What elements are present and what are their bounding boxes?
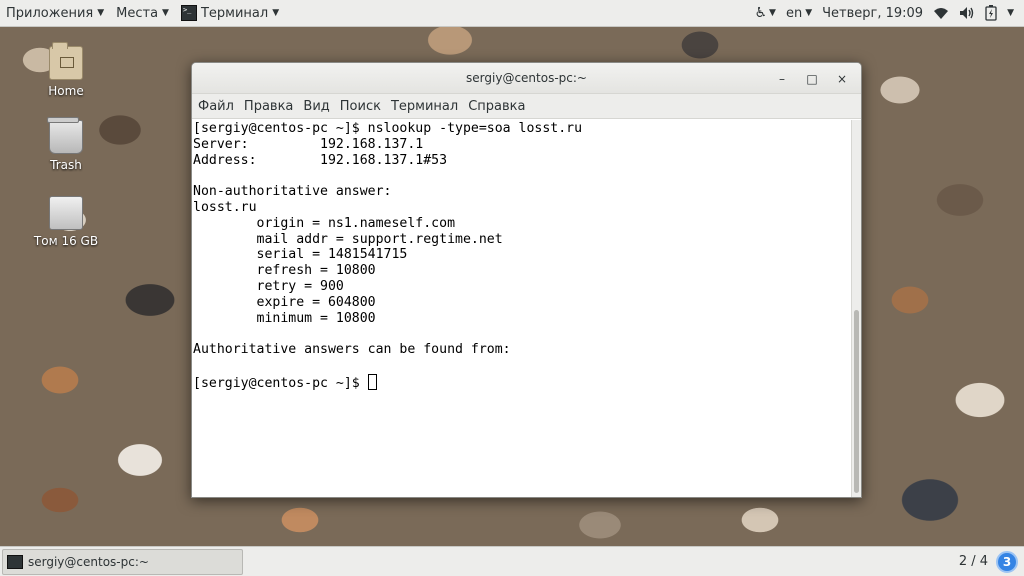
accessibility-icon[interactable]: ♿︎ ▼ <box>754 5 775 21</box>
home-folder-icon <box>49 42 83 80</box>
drive-icon <box>49 196 83 230</box>
menu-search[interactable]: Поиск <box>336 99 385 114</box>
terminal-line: serial = 1481541715 <box>193 247 408 263</box>
terminal-line: refresh = 10800 <box>193 263 376 279</box>
terminal-line: Server: 192.168.137.1 <box>193 136 424 152</box>
terminal-line: retry = 900 <box>193 278 344 294</box>
scrollbar-thumb[interactable] <box>854 310 859 493</box>
terminal-line: origin = ns1.nameself.com <box>193 215 456 231</box>
terminal-icon <box>180 5 197 21</box>
chevron-down-icon: ▼ <box>162 8 169 18</box>
chevron-down-icon: ▼ <box>272 8 280 18</box>
system-tray: ♿︎ ▼ en ▼ Четверг, 19:09 ▼ <box>754 5 1024 21</box>
desktop-icon-trash[interactable]: Trash <box>26 117 106 172</box>
window-titlebar[interactable]: sergiy@centos-pc:~ – □ × <box>192 63 861 94</box>
terminal-line: minimum = 10800 <box>193 310 376 326</box>
text-cursor <box>367 373 377 390</box>
terminal-line: losst.ru <box>193 199 257 215</box>
terminal-line: Authoritative answers can be found from: <box>193 342 511 358</box>
workspace-indicator[interactable]: 2 / 4 <box>959 554 988 569</box>
menu-file[interactable]: Файл <box>194 99 238 114</box>
terminal-scrollbar[interactable] <box>851 120 861 497</box>
power-menu[interactable]: ▼ <box>1007 8 1014 18</box>
terminal-prompt: [sergiy@centos-pc ~]$ <box>193 375 368 391</box>
places-label: Места <box>116 5 159 21</box>
desktop-icon-label: Home <box>48 84 84 98</box>
close-button[interactable]: × <box>829 68 855 90</box>
trash-icon <box>47 117 83 154</box>
taskbar-item-terminal[interactable]: sergiy@centos-pc:~ <box>2 548 243 575</box>
terminal-icon <box>7 554 23 569</box>
places-menu[interactable]: Места ▼ <box>110 0 175 27</box>
applications-menu[interactable]: Приложения ▼ <box>0 0 110 27</box>
active-app-label: Терминал <box>200 5 269 21</box>
minimize-button[interactable]: – <box>769 68 795 90</box>
battery-icon[interactable] <box>985 5 997 21</box>
datetime-label[interactable]: Четверг, 19:09 <box>822 6 923 21</box>
terminal-line: [sergiy@centos-pc ~]$ nslookup -type=soa… <box>193 121 583 136</box>
volume-icon[interactable] <box>959 6 975 20</box>
menu-help[interactable]: Справка <box>464 99 529 114</box>
bottom-taskbar: sergiy@centos-pc:~ 2 / 4 3 <box>0 546 1024 576</box>
terminal-prompt-line[interactable]: [sergiy@centos-pc ~]$ <box>193 373 851 392</box>
menu-edit[interactable]: Правка <box>240 99 297 114</box>
terminal-line: Non-authoritative answer: <box>193 184 392 200</box>
window-title: sergiy@centos-pc:~ <box>466 71 587 85</box>
desktop-icon-label: Trash <box>50 158 82 172</box>
terminal-output[interactable]: [sergiy@centos-pc ~]$ nslookup -type=soa… <box>192 120 851 497</box>
language-selector[interactable]: en ▼ <box>786 6 812 21</box>
desktop-icon-label: Том 16 GB <box>33 234 99 248</box>
maximize-button[interactable]: □ <box>799 68 825 90</box>
terminal-line: expire = 604800 <box>193 294 376 310</box>
desktop-icon-home[interactable]: Home <box>26 42 106 98</box>
language-label: en <box>785 5 803 21</box>
chevron-down-icon: ▼ <box>97 8 105 18</box>
window-menubar: Файл Правка Вид Поиск Терминал Справка <box>192 94 861 119</box>
top-bar: Приложения ▼ Места ▼ Терминал ▼ ♿︎▼ en▼ … <box>0 0 1024 27</box>
taskbar-item-label: sergiy@centos-pc:~ <box>28 554 149 569</box>
active-app-menu[interactable]: Терминал ▼ <box>175 0 285 27</box>
terminal-line: mail addr = support.regtime.net <box>193 231 503 247</box>
terminal-line: Address: 192.168.137.1#53 <box>193 152 448 168</box>
wifi-icon[interactable] <box>933 6 949 20</box>
terminal-window: sergiy@centos-pc:~ – □ × Файл Правка Вид… <box>191 62 862 498</box>
notification-badge[interactable]: 3 <box>996 550 1018 573</box>
menu-view[interactable]: Вид <box>299 99 333 114</box>
applications-label: Приложения <box>6 5 94 21</box>
desktop-icon-drive[interactable]: Том 16 GB <box>26 196 106 248</box>
menu-terminal[interactable]: Терминал <box>387 99 462 114</box>
